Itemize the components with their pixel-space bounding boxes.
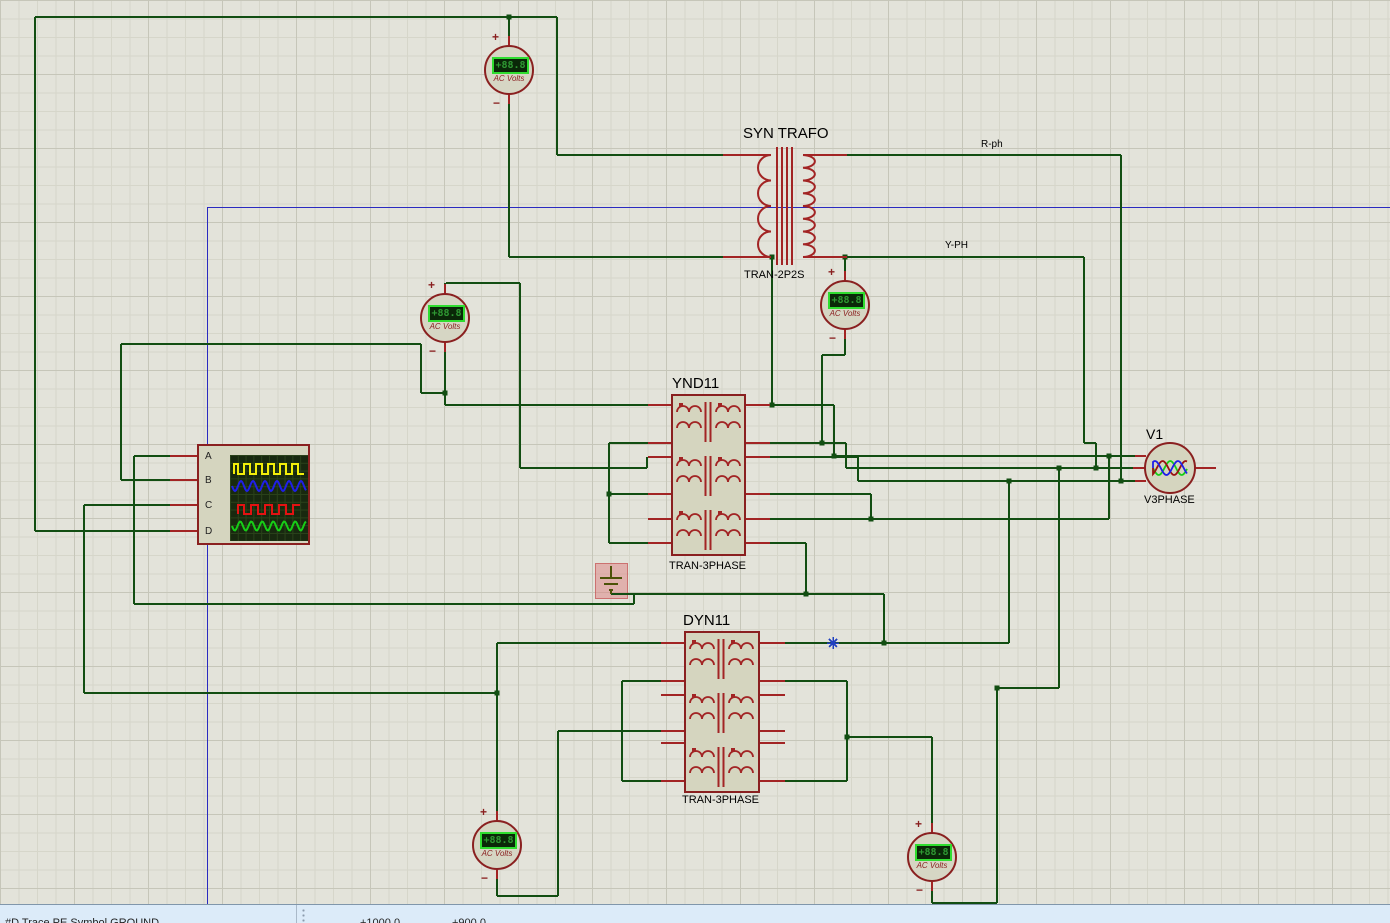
voltmeter-label: AC Volts — [909, 861, 955, 870]
voltmeter-plus-terminal-label: + — [480, 807, 487, 817]
voltmeter-label: AC Volts — [486, 74, 532, 83]
ynd11-polarity-dot — [679, 511, 683, 515]
junction-dot — [804, 592, 809, 597]
junction-dot — [1007, 479, 1012, 484]
ynd11-winding — [677, 476, 701, 482]
syn-trafo-primary-coil[interactable] — [758, 155, 771, 257]
junction-dot — [1057, 466, 1062, 471]
dyn11-polarity-dot — [731, 640, 735, 644]
ynd11-winding — [716, 530, 740, 536]
voltmeter-display: +88.8 — [492, 57, 529, 74]
status-bar: #D Trace PE Symbol GROUND +1000.0 +900.0 — [0, 904, 1390, 923]
dyn11-winding — [729, 659, 753, 665]
ynd11-polarity-dot — [679, 403, 683, 407]
source-part: V3PHASE — [1144, 494, 1195, 506]
ynd11-part: TRAN-3PHASE — [669, 560, 746, 572]
statusbar-splitter[interactable] — [296, 905, 297, 923]
syn-trafo-part: TRAN-2P2S — [744, 269, 805, 281]
dyn11-polarity-dot — [692, 748, 696, 752]
voltmeter-minus-terminal-label: − — [829, 333, 836, 343]
ynd11-polarity-dot — [718, 403, 722, 407]
junction-dot — [882, 641, 887, 646]
dyn11-winding — [729, 713, 753, 719]
voltmeter-display: +88.8 — [828, 292, 865, 309]
splitter-dots-icon — [302, 908, 305, 922]
ac-voltmeter-vm-mid-left[interactable]: +88.8AC Volts — [420, 293, 470, 343]
junction-dot — [820, 441, 825, 446]
junction-dot — [1107, 454, 1112, 459]
ynd11-polarity-dot — [679, 457, 683, 461]
voltmeter-label: AC Volts — [474, 849, 520, 858]
voltmeter-minus-terminal-label: − — [429, 346, 436, 356]
junction-dot — [845, 735, 850, 740]
cursor-x-coordinate: +1000.0 — [360, 917, 400, 923]
voltmeter-display: +88.8 — [915, 844, 952, 861]
ynd11-polarity-dot — [718, 457, 722, 461]
junction-dot — [869, 517, 874, 522]
net-label-r-phase: R-ph — [981, 139, 1003, 150]
junction-dot — [995, 686, 1000, 691]
syn-trafo-secondary-coil[interactable] — [803, 155, 815, 257]
ynd11-title: YND11 — [672, 375, 719, 392]
dyn11-winding — [690, 713, 714, 719]
dyn11-polarity-dot — [692, 640, 696, 644]
ynd11-winding — [677, 422, 701, 428]
voltmeter-minus-terminal-label: − — [493, 98, 500, 108]
voltmeter-plus-terminal-label: + — [428, 280, 435, 290]
junction-dot — [1119, 479, 1124, 484]
wiring-layer[interactable] — [0, 0, 1390, 904]
voltmeter-plus-terminal-label: + — [828, 267, 835, 277]
ac-voltmeter-vm-bottom-left[interactable]: +88.8AC Volts — [472, 820, 522, 870]
voltmeter-minus-terminal-label: − — [916, 885, 923, 895]
syn-trafo-title: SYN TRAFO — [743, 125, 829, 142]
voltmeter-display: +88.8 — [428, 305, 465, 322]
dyn11-winding — [690, 767, 714, 773]
ynd11-winding — [677, 530, 701, 536]
dyn11-title: DYN11 — [683, 612, 730, 629]
source-ref: V1 — [1146, 426, 1163, 442]
voltmeter-plus-terminal-label: + — [915, 819, 922, 829]
junction-dot — [607, 492, 612, 497]
dyn11-part: TRAN-3PHASE — [682, 794, 759, 806]
junction-dot — [1094, 466, 1099, 471]
ynd11-polarity-dot — [718, 511, 722, 515]
voltmeter-minus-terminal-label: − — [481, 873, 488, 883]
dyn11-winding — [690, 659, 714, 665]
voltmeter-label: AC Volts — [422, 322, 468, 331]
junction-dot — [507, 15, 512, 20]
dyn11-winding — [729, 767, 753, 773]
dyn11-polarity-dot — [692, 694, 696, 698]
ac-voltmeter-vm-top[interactable]: +88.8AC Volts — [484, 45, 534, 95]
cursor-y-coordinate: +900.0 — [452, 917, 486, 923]
dyn11-polarity-dot — [731, 694, 735, 698]
ac-voltmeter-vm-bottom-right[interactable]: +88.8AC Volts — [907, 832, 957, 882]
voltmeter-label: AC Volts — [822, 309, 868, 318]
ynd11-winding — [716, 422, 740, 428]
schematic-canvas[interactable]: A B C D SYN TRAFO TRAN-2P2S YND11 TRAN-3… — [0, 0, 1390, 904]
junction-dot — [443, 391, 448, 396]
net-label-y-phase: Y-PH — [945, 240, 968, 251]
voltmeter-plus-terminal-label: + — [492, 32, 499, 42]
status-message: #D Trace PE Symbol GROUND — [5, 917, 159, 923]
dyn11-polarity-dot — [731, 748, 735, 752]
ynd11-winding — [716, 476, 740, 482]
ac-voltmeter-vm-mid-right[interactable]: +88.8AC Volts — [820, 280, 870, 330]
junction-dot — [832, 454, 837, 459]
junction-dot — [495, 691, 500, 696]
voltmeter-display: +88.8 — [480, 832, 517, 849]
junction-dot — [770, 403, 775, 408]
